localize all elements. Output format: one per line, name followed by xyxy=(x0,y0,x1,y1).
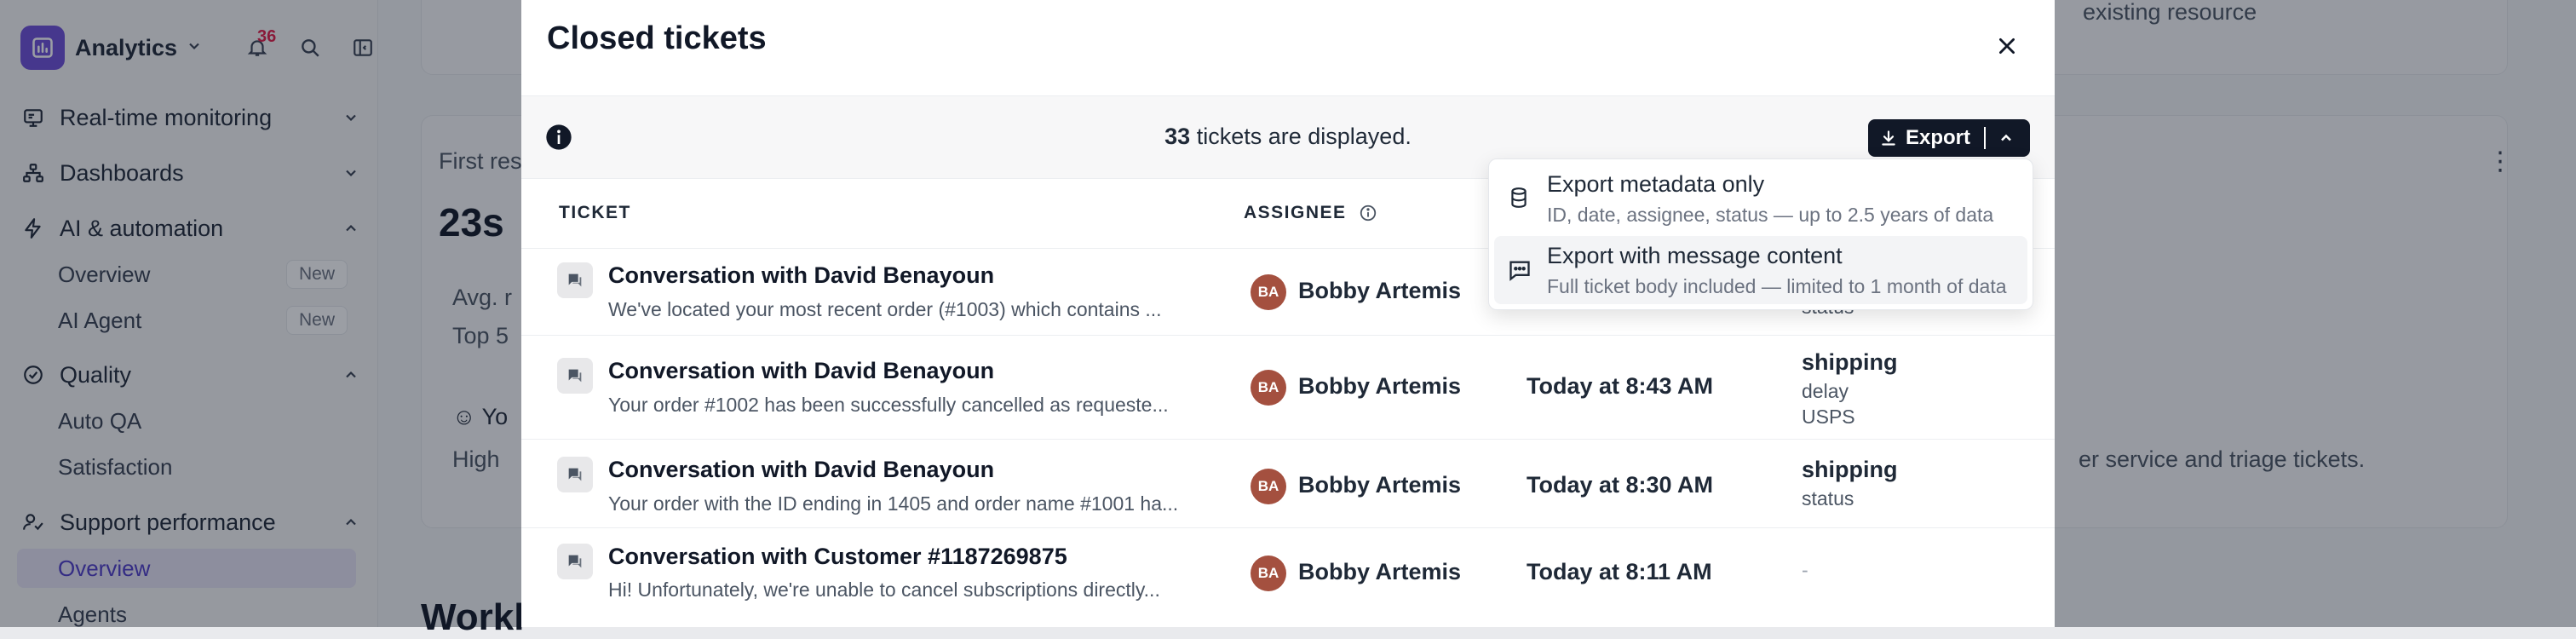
ticket-title[interactable]: Conversation with Customer #1187269875 xyxy=(608,544,1067,570)
avatar: BA xyxy=(1251,469,1286,504)
column-header-label: ASSIGNEE xyxy=(1244,203,1347,222)
export-with-content-option[interactable]: Export with message content Full ticket … xyxy=(1494,236,2027,304)
close-icon xyxy=(1999,38,2015,54)
export-menu: Export metadata only ID, date, assignee,… xyxy=(1488,158,2033,310)
ticket-preview: Hi! Unfortunately, we're unable to cance… xyxy=(608,579,1160,601)
closed-date: Today at 8:30 AM xyxy=(1527,472,1714,498)
ticket-title[interactable]: Conversation with David Benayoun xyxy=(608,457,994,483)
ticket-title[interactable]: Conversation with David Benayoun xyxy=(608,262,994,289)
close-button[interactable] xyxy=(1987,26,2027,66)
ticket-count-suffix: tickets are displayed. xyxy=(1196,124,1412,149)
chat-bubble-icon xyxy=(557,544,593,579)
export-button[interactable]: Export xyxy=(1868,119,2030,157)
column-header-label: TICKET xyxy=(559,203,631,222)
tag-category: shipping xyxy=(1802,349,1898,375)
menu-item-subtitle: Full ticket body included — limited to 1… xyxy=(1547,275,2007,297)
avatar: BA xyxy=(1251,370,1286,406)
table-row[interactable]: Conversation with David Benayoun Your or… xyxy=(521,440,2055,528)
ticket-count-text: 33 tickets are displayed. xyxy=(521,124,2055,150)
assignee-name: Bobby Artemis xyxy=(1298,278,1462,303)
avatar: BA xyxy=(1251,274,1286,310)
column-header-ticket[interactable]: TICKET xyxy=(559,203,631,223)
message-icon xyxy=(1509,261,1530,281)
database-icon xyxy=(1511,187,1527,208)
avatar: BA xyxy=(1251,556,1286,591)
modal-title: Closed tickets xyxy=(547,20,767,56)
export-label: Export xyxy=(1906,126,1971,149)
menu-item-subtitle: ID, date, assignee, status — up to 2.5 y… xyxy=(1547,204,1994,226)
closed-date: Today at 8:43 AM xyxy=(1527,373,1714,399)
table-row[interactable]: Conversation with Customer #1187269875 H… xyxy=(521,528,2055,627)
assignee-name: Bobby Artemis xyxy=(1298,373,1462,399)
menu-item-title: Export with message content xyxy=(1547,243,1843,268)
download-icon xyxy=(1882,130,1895,146)
assignee-name: Bobby Artemis xyxy=(1298,559,1462,584)
tag-detail: USPS xyxy=(1802,406,1855,428)
ticket-preview: We've located your most recent order (#1… xyxy=(608,298,1162,320)
ticket-preview: Your order with the ID ending in 1405 an… xyxy=(608,492,1179,515)
chat-bubble-icon xyxy=(557,457,593,492)
tag-empty: - xyxy=(1802,559,1808,581)
chat-bubble-icon xyxy=(557,358,593,394)
tag-detail: status xyxy=(1802,487,1854,509)
ticket-title[interactable]: Conversation with David Benayoun xyxy=(608,358,994,384)
chat-bubble-icon xyxy=(557,262,593,298)
column-header-assignee[interactable]: ASSIGNEE xyxy=(1244,203,1377,223)
menu-item-title: Export metadata only xyxy=(1547,171,1765,197)
closed-date: Today at 8:11 AM xyxy=(1527,559,1712,584)
divider xyxy=(1984,127,1987,149)
info-outline-icon[interactable] xyxy=(1359,204,1377,222)
ticket-preview: Your order #1002 has been successfully c… xyxy=(608,394,1169,416)
chevron-up-icon[interactable] xyxy=(1998,130,2015,147)
tag-detail: delay xyxy=(1802,380,1849,402)
tag-category: shipping xyxy=(1802,457,1898,482)
ticket-count: 33 xyxy=(1164,124,1191,149)
assignee-name: Bobby Artemis xyxy=(1298,472,1462,498)
export-metadata-option[interactable]: Export metadata only ID, date, assignee,… xyxy=(1494,164,2027,233)
table-row[interactable]: Conversation with David Benayoun Your or… xyxy=(521,336,2055,440)
closed-tickets-modal: Closed tickets 33 tickets are displayed.… xyxy=(521,0,2055,627)
